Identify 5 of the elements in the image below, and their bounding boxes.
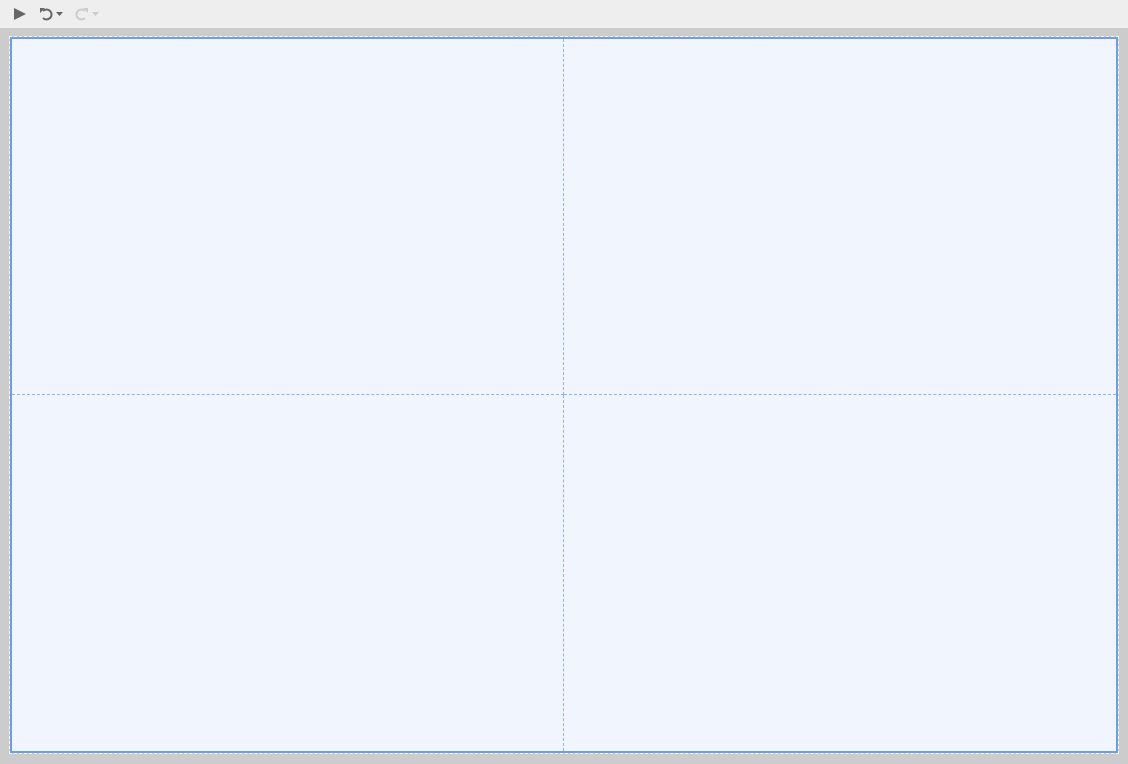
caret-icon bbox=[92, 12, 99, 16]
caret-icon bbox=[56, 12, 63, 16]
redo-icon bbox=[75, 7, 89, 21]
play-icon bbox=[13, 7, 27, 21]
undo-icon bbox=[39, 7, 53, 21]
